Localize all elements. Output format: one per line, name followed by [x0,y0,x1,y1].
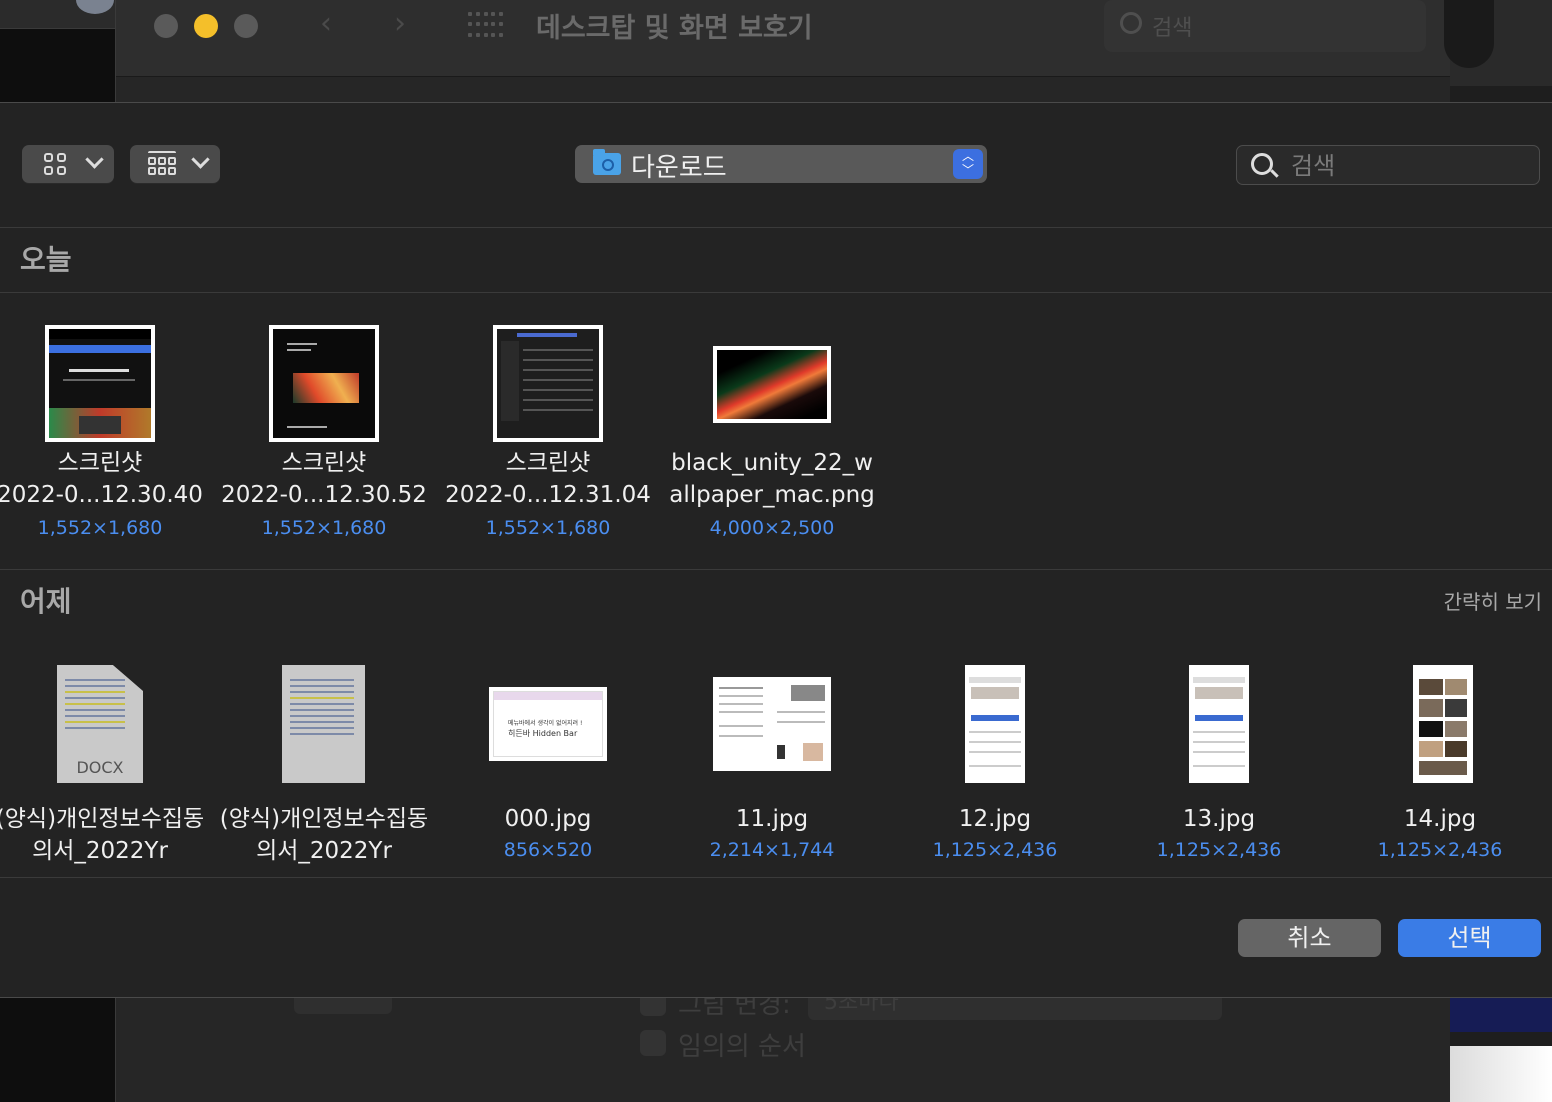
thumbnail-text-2: 히든바 Hidden Bar [508,729,578,738]
file-name-line-1: (양식)개인정보수집동 [0,806,205,832]
group-mode-button[interactable] [130,145,220,183]
zoom-window-button[interactable] [234,14,258,38]
file-thumbnail [1189,665,1249,783]
file-dimensions: 1,552×1,680 [37,517,163,539]
view-mode-button[interactable] [22,145,114,183]
file-name-line-1: 스크린샷 [281,450,367,476]
location-popup[interactable]: 다운로드 ︿ ﹀ [575,145,987,183]
file-name-line-1: black_unity_22_w [671,450,873,476]
file-name-line-2: 2022-0...12.31.04 [445,482,651,508]
file-dimensions: 1,552×1,680 [485,517,611,539]
background-right-toolbar [1444,0,1552,86]
file-item[interactable]: 스크린샷 2022-0...12.31.04 1,552×1,680 [436,293,660,563]
location-label: 다운로드 [631,153,727,183]
sheet-toolbar: 다운로드 ︿ ﹀ [0,103,1552,228]
minimize-window-button[interactable] [194,14,218,38]
microphone-icon [1444,0,1494,68]
section-header-yesterday: 어제 간략히 보기 [0,570,1552,634]
file-dimensions: 2,214×1,744 [709,839,835,861]
forward-chevron-icon[interactable]: › [394,6,406,41]
file-item[interactable]: 스크린샷 2022-0...12.30.52 1,552×1,680 [212,293,436,563]
docx-label: DOCX [76,758,124,777]
cancel-button[interactable]: 취소 [1238,919,1381,957]
file-name-line-2: 2022-0...12.30.40 [0,482,203,508]
search-input[interactable] [1289,148,1533,184]
file-dimensions: 1,125×2,436 [1377,839,1503,861]
section-header-today: 오늘 [0,228,1552,293]
file-thumbnail [713,346,831,423]
file-thumbnail [45,325,155,442]
file-item[interactable]: 14.jpg 1,125×2,436 [1328,633,1552,873]
file-name-line-1: 스크린샷 [505,450,591,476]
file-item[interactable]: 스크린샷 2022-0...12.30.40 1,552×1,680 [0,293,212,563]
gallery-group-icon [148,151,176,177]
file-thumbnail [713,677,831,771]
background-right-blue-area [1450,996,1552,1032]
file-thumbnail [1413,665,1473,783]
file-name: 11.jpg [735,806,809,832]
file-item[interactable]: 메뉴바에서 생각이 없어지려 ! 히든바 Hidden Bar 000.jpg … [436,633,660,873]
file-name-line-2: 의서_2022Yr [32,838,168,864]
file-name-line-1: 스크린샷 [57,450,143,476]
thumbnail-text-1: 메뉴바에서 생각이 없어지려 ! [508,720,583,727]
select-button[interactable]: 선택 [1398,919,1541,957]
file-name: 12.jpg [958,806,1032,832]
show-all-grid-icon[interactable] [468,12,504,40]
show-less-link[interactable]: 간략히 보기 [1444,586,1542,615]
docx-file-icon: DOCX [57,665,143,783]
file-name-line-2: 의서_2022Yr [256,838,392,864]
grid-view-icon [44,153,66,175]
search-field[interactable] [1236,145,1540,185]
close-window-button[interactable] [154,14,178,38]
search-icon [1251,153,1273,175]
file-item[interactable]: 13.jpg 1,125×2,436 [1107,633,1331,873]
open-file-sheet: 다운로드 ︿﹀ 오늘 스크린샷 2022-0...12.30.40 1,552×… [0,102,1552,998]
file-thumbnail: 메뉴바에서 생각이 없어지려 ! 히든바 Hidden Bar [489,687,607,761]
back-chevron-icon[interactable]: ‹ [320,6,332,41]
random-order-label: 임의의 순서 [678,1032,806,1062]
background-search-field[interactable]: 검색 [1104,0,1426,52]
file-name: 13.jpg [1182,806,1256,832]
file-dimensions: 4,000×2,500 [709,517,835,539]
file-item[interactable]: (양식)개인정보수집동 의서_2022Yr [212,633,436,873]
background-search-placeholder: 검색 [1152,16,1193,41]
up-down-chevron-icon: ︿ ﹀ [953,149,983,179]
file-thumbnail [965,665,1025,783]
file-dimensions: 856×520 [503,839,593,861]
footer-divider [0,877,1552,878]
background-bottom-controls: 그림 변경: 5초마다 임의의 순서 ? [256,990,1546,1102]
background-titlebar: ‹ › 데스크탑 및 화면 보호기 검색 [116,0,1450,77]
random-order-checkbox[interactable] [640,1030,666,1056]
downloads-folder-icon [593,149,621,175]
file-dimensions: 1,125×2,436 [1156,839,1282,861]
search-icon [1120,12,1142,34]
file-thumbnail [493,325,603,442]
file-thumbnail [269,325,379,442]
chevron-down-icon [85,150,104,169]
file-item[interactable]: 11.jpg 2,214×1,744 [660,633,884,873]
file-name-line-2: 2022-0...12.30.52 [221,482,427,508]
file-name: 000.jpg [504,806,592,832]
window-title: 데스크탑 및 화면 보호기 [536,13,813,44]
document-preview-icon [282,665,365,783]
file-name-line-2: allpaper_mac.png [669,482,875,508]
section-title-today: 오늘 [20,243,72,276]
file-item[interactable]: DOCX (양식)개인정보수집동 의서_2022Yr [0,633,212,873]
chevron-down-icon [191,150,210,169]
file-dimensions: 1,125×2,436 [932,839,1058,861]
file-name: 14.jpg [1403,806,1477,832]
file-item[interactable]: 12.jpg 1,125×2,436 [883,633,1107,873]
file-dimensions: 1,552×1,680 [261,517,387,539]
file-name-line-1: (양식)개인정보수집동 [219,806,429,832]
background-right-white-area [1450,1046,1552,1102]
section-title-yesterday: 어제 [20,585,72,618]
file-item[interactable]: black_unity_22_w allpaper_mac.png 4,000×… [660,293,884,563]
